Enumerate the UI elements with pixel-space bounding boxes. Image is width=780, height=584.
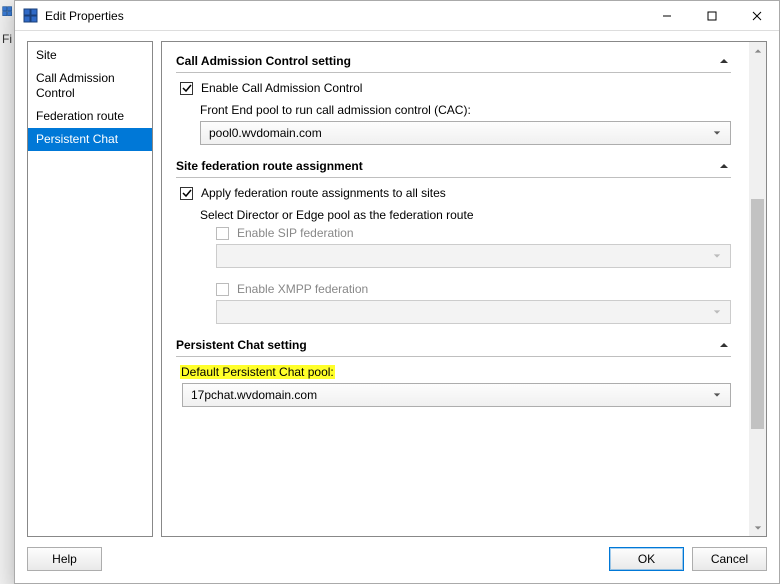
scroll-view: Call Admission Control setting Enable Ca… <box>162 42 749 536</box>
dropdown-value: 17pchat.wvdomain.com <box>191 388 708 402</box>
minimize-icon <box>662 11 672 21</box>
scroll-thumb[interactable] <box>751 199 764 429</box>
content-pane: Call Admission Control setting Enable Ca… <box>161 41 767 537</box>
section-title: Persistent Chat setting <box>176 338 719 352</box>
chevron-down-icon <box>708 308 726 316</box>
parent-toolbar-icon <box>2 6 13 17</box>
chevron-down-icon <box>708 129 726 137</box>
dropdown-xmpp-pool <box>216 300 731 324</box>
chevron-up-icon <box>719 56 729 66</box>
section-header-federation[interactable]: Site federation route assignment <box>176 155 731 178</box>
dropdown-sip-pool <box>216 244 731 268</box>
maximize-button[interactable] <box>689 1 734 30</box>
help-button[interactable]: Help <box>27 547 102 571</box>
scroll-track[interactable] <box>749 59 766 519</box>
parent-window-strip: Fi <box>0 0 14 584</box>
checkbox-enable-sip-federation <box>216 227 229 240</box>
sidebar-item-site[interactable]: Site <box>28 44 152 67</box>
button-bar: Help OK Cancel <box>27 547 767 571</box>
sidebar-item-cac[interactable]: Call Admission Control <box>28 67 152 105</box>
checkbox-enable-xmpp-federation <box>216 283 229 296</box>
label-enable-cac: Enable Call Admission Control <box>201 81 362 95</box>
scroll-down-button[interactable] <box>749 519 766 536</box>
highlight-marker: Default Persistent Chat pool: <box>180 365 335 379</box>
label-apply-federation: Apply federation route assignments to al… <box>201 186 446 200</box>
window-title: Edit Properties <box>45 9 644 23</box>
vertical-scrollbar[interactable] <box>749 42 766 536</box>
cancel-button[interactable]: Cancel <box>692 547 767 571</box>
sidebar-item-persistent-chat[interactable]: Persistent Chat <box>28 128 152 151</box>
dialog-window: Edit Properties Site Call Admission Cont… <box>14 0 780 584</box>
label-enable-sip: Enable SIP federation <box>237 226 354 240</box>
close-button[interactable] <box>734 1 779 30</box>
titlebar[interactable]: Edit Properties <box>15 1 779 31</box>
checkbox-apply-federation-all-sites[interactable] <box>180 187 193 200</box>
section-header-persistent-chat[interactable]: Persistent Chat setting <box>176 334 731 357</box>
close-icon <box>752 11 762 21</box>
chevron-up-icon <box>754 47 762 55</box>
chevron-up-icon <box>719 161 729 171</box>
dropdown-pchat-pool[interactable]: 17pchat.wvdomain.com <box>182 383 731 407</box>
ok-button[interactable]: OK <box>609 547 684 571</box>
nav-sidebar: Site Call Admission Control Federation r… <box>27 41 153 537</box>
dropdown-cac-pool[interactable]: pool0.wvdomain.com <box>200 121 731 145</box>
section-title: Call Admission Control setting <box>176 54 719 68</box>
scroll-up-button[interactable] <box>749 42 766 59</box>
label-default-pchat-pool: Default Persistent Chat pool: <box>180 365 335 379</box>
label-cac-pool-caption: Front End pool to run call admission con… <box>200 103 471 117</box>
check-icon <box>182 188 192 198</box>
chevron-down-icon <box>754 524 762 532</box>
app-icon <box>23 8 39 24</box>
dropdown-value: pool0.wvdomain.com <box>209 126 708 140</box>
sidebar-item-federation-route[interactable]: Federation route <box>28 105 152 128</box>
label-enable-xmpp: Enable XMPP federation <box>237 282 368 296</box>
parent-label-fragment: Fi <box>2 32 12 46</box>
chevron-up-icon <box>719 340 729 350</box>
section-header-cac[interactable]: Call Admission Control setting <box>176 50 731 73</box>
label-select-edge-pool: Select Director or Edge pool as the fede… <box>200 208 474 222</box>
chevron-down-icon <box>708 391 726 399</box>
chevron-down-icon <box>708 252 726 260</box>
section-title: Site federation route assignment <box>176 159 719 173</box>
check-icon <box>182 83 192 93</box>
minimize-button[interactable] <box>644 1 689 30</box>
maximize-icon <box>707 11 717 21</box>
checkbox-enable-cac[interactable] <box>180 82 193 95</box>
